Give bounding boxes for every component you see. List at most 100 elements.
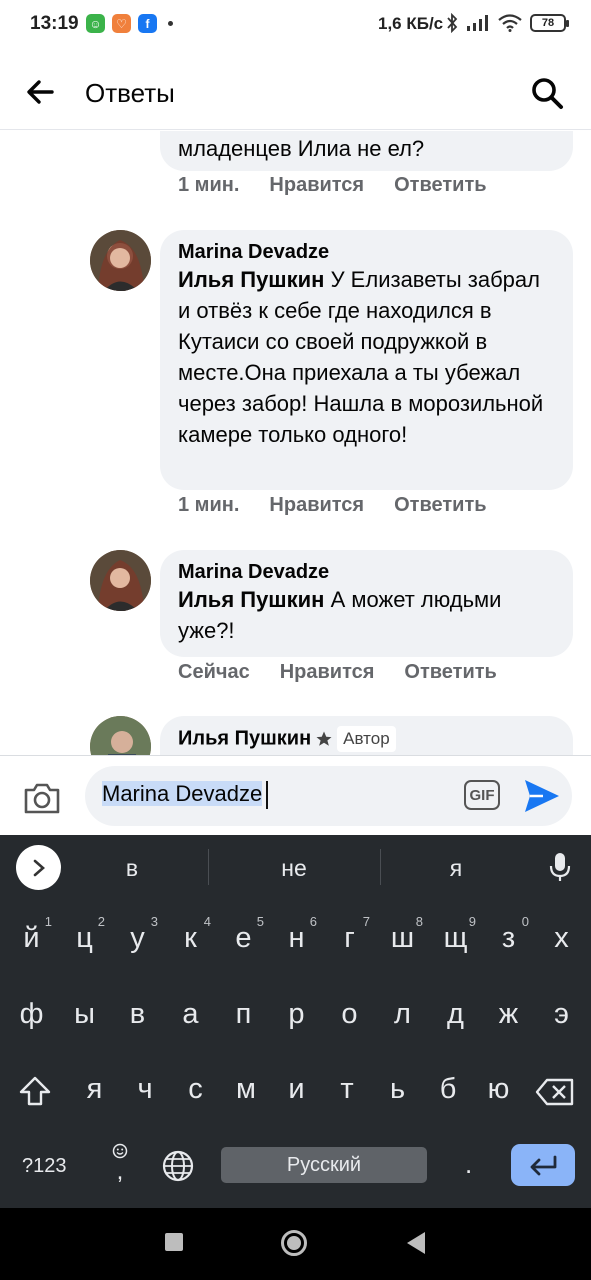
key-д[interactable]: д [429, 998, 482, 1031]
recents-button[interactable] [165, 1233, 183, 1251]
key-ы[interactable]: ы [58, 998, 111, 1031]
key-label: в [129, 998, 146, 1030]
key-label: м [236, 1073, 256, 1105]
avatar[interactable] [90, 230, 151, 291]
key-р[interactable]: р [270, 998, 323, 1031]
key-п[interactable]: п [217, 998, 270, 1031]
key-ж[interactable]: ж [482, 998, 535, 1031]
key-ю[interactable]: ю [472, 1073, 525, 1106]
gif-button[interactable]: GIF [464, 780, 500, 810]
key-х[interactable]: х [535, 922, 588, 955]
enter-key[interactable] [511, 1144, 575, 1186]
comment-actions: 1 мин. Нравится Ответить [178, 494, 487, 517]
suggestion-3[interactable]: я [396, 855, 516, 882]
comment-bubble[interactable]: Marina Devadze Илья Пушкин У Елизаветы з… [160, 230, 573, 490]
key-label: к [184, 922, 197, 954]
send-icon[interactable] [523, 778, 561, 814]
comment-bubble[interactable]: Илья Пушкин Автор [160, 716, 573, 755]
key-й[interactable]: й1 [5, 914, 58, 955]
enter-icon [530, 1155, 557, 1176]
key-ш[interactable]: ш8 [376, 914, 429, 955]
comment-author: Илья Пушкин Автор [178, 726, 555, 752]
like-button[interactable]: Нравится [269, 174, 364, 197]
key-е[interactable]: е5 [217, 914, 270, 955]
key-л[interactable]: л [376, 998, 429, 1031]
globe-icon[interactable] [161, 1149, 195, 1183]
key-н[interactable]: н6 [270, 914, 323, 955]
avatar[interactable] [90, 716, 151, 755]
key-ч[interactable]: ч [119, 1073, 172, 1106]
comment-list[interactable]: младенцев Илиа не ел? 1 мин. Нравится От… [0, 131, 591, 755]
space-key[interactable]: Русский [221, 1147, 427, 1183]
symbols-key[interactable]: ?123 [22, 1155, 67, 1178]
key-з[interactable]: з0 [482, 914, 535, 955]
shift-icon[interactable] [18, 1075, 52, 1107]
key-label: ы [74, 998, 95, 1030]
key-label: о [341, 998, 358, 1030]
page-title: Ответы [85, 78, 175, 108]
like-button[interactable]: Нравится [280, 661, 375, 684]
reply-button[interactable]: Ответить [394, 174, 486, 197]
expand-toolbar-button[interactable] [16, 845, 61, 890]
camera-icon[interactable] [22, 780, 62, 816]
backspace-icon[interactable] [535, 1078, 575, 1106]
key-label: я [86, 1073, 103, 1105]
comment-input-value[interactable]: Marina Devadze [102, 781, 269, 810]
key-и[interactable]: и [270, 1073, 323, 1106]
key-к[interactable]: к4 [164, 914, 217, 955]
app-header: Ответы [0, 50, 591, 130]
bluetooth-icon [447, 13, 458, 33]
key-а[interactable]: а [164, 998, 217, 1031]
key-label: з [501, 922, 516, 954]
key-г[interactable]: г7 [323, 914, 376, 955]
comment-author[interactable]: Marina Devadze [178, 560, 555, 584]
status-app-icons: ☺ ♡ f [86, 14, 173, 33]
comment-time: Сейчас [178, 661, 250, 683]
key-м[interactable]: м [220, 1073, 273, 1106]
key-hint: 7 [362, 914, 370, 929]
key-label: г [344, 922, 355, 954]
reply-button[interactable]: Ответить [394, 494, 486, 517]
suggestion-1[interactable]: в [72, 855, 192, 882]
key-в[interactable]: в [111, 998, 164, 1031]
key-я[interactable]: я [68, 1073, 121, 1106]
key-ь[interactable]: ь [371, 1073, 424, 1106]
author-name[interactable]: Илья Пушкин [178, 727, 311, 749]
key-т[interactable]: т [321, 1073, 374, 1106]
home-button[interactable] [281, 1230, 307, 1256]
comment-composer: Marina Devadze GIF [0, 755, 591, 835]
key-б[interactable]: б [422, 1073, 475, 1106]
key-у[interactable]: у3 [111, 914, 164, 955]
avatar[interactable] [90, 550, 151, 611]
key-hint: 3 [150, 914, 158, 929]
back-button[interactable] [407, 1232, 425, 1254]
mention-link[interactable]: Илья Пушкин [178, 587, 324, 612]
key-ц[interactable]: ц2 [58, 914, 111, 955]
key-label: р [288, 998, 305, 1030]
reply-button[interactable]: Ответить [404, 661, 496, 684]
key-ф[interactable]: ф [5, 998, 58, 1031]
mention-link[interactable]: Илья Пушкин [178, 267, 324, 292]
suggestion-divider [208, 849, 209, 885]
comment-input[interactable]: Marina Devadze GIF [85, 766, 572, 826]
key-щ[interactable]: щ9 [429, 914, 482, 955]
key-label: е [235, 922, 252, 954]
notification-app-icon: ♡ [112, 14, 131, 33]
suggestion-2[interactable]: не [234, 855, 354, 882]
system-indicators: 78 [446, 13, 569, 33]
like-button[interactable]: Нравится [269, 494, 364, 517]
key-label: у [130, 922, 145, 954]
key-о[interactable]: о [323, 998, 376, 1031]
back-arrow-icon[interactable] [24, 76, 56, 108]
emoji-comma-key[interactable]: , [110, 1143, 130, 1184]
star-icon [316, 731, 332, 746]
key-label: н [288, 922, 305, 954]
period-key[interactable]: . [465, 1149, 472, 1180]
key-с[interactable]: с [169, 1073, 222, 1106]
search-icon[interactable] [530, 76, 564, 110]
microphone-icon[interactable] [548, 851, 572, 883]
comment-bubble[interactable]: младенцев Илиа не ел? [160, 131, 573, 171]
comment-bubble[interactable]: Marina Devadze Илья Пушкин А может людьм… [160, 550, 573, 657]
comment-author[interactable]: Marina Devadze [178, 240, 555, 264]
key-э[interactable]: э [535, 998, 588, 1031]
